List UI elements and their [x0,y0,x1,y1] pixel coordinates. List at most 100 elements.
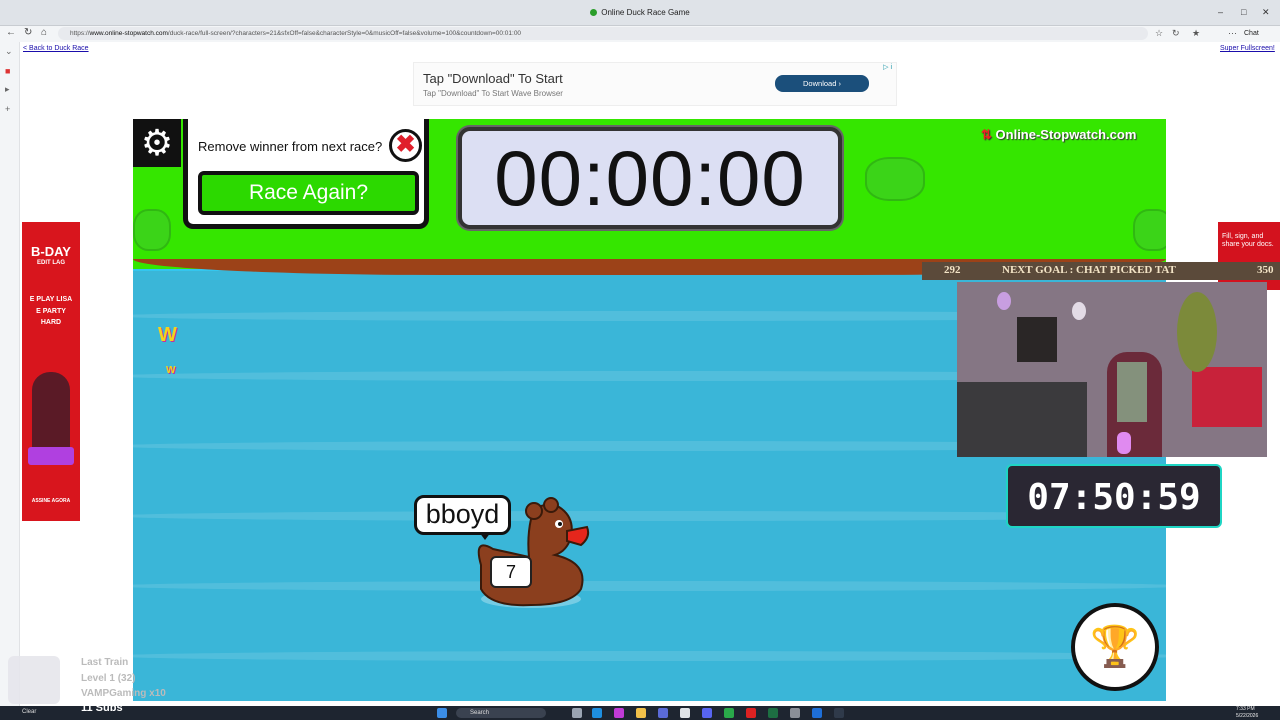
task-view-icon[interactable] [572,708,582,718]
ad-left-line-2: E PARTY [36,308,66,315]
weather-text: Clear [22,709,37,715]
settings-button[interactable]: ⚙ [133,119,181,167]
taskbar-search-label: Search [470,710,490,716]
streamer-badge-icon [8,656,60,704]
bush [1133,209,1166,251]
favorites-icon[interactable]: ★ [1192,27,1200,40]
goal-target: 350 [1257,264,1274,276]
refresh-page-icon[interactable]: ↻ [1172,27,1180,40]
remove-winner-toggle[interactable]: ✖ [389,129,422,162]
browser-sidebar: ⌄ ■ ▸ + [0,42,20,720]
sidebar-collapse-icon[interactable]: ⌄ [5,46,13,57]
train-gifter: VAMPGaming x10 [81,688,166,699]
duck-pupil [558,522,562,526]
url-bar[interactable]: https://www.online-stopwatch.com/duck-ra… [58,27,1148,40]
discord-icon[interactable] [702,708,712,718]
menu-dots-icon[interactable]: ⋯ [1228,27,1237,40]
window-title: Online Duck Race Game [0,8,1280,17]
sidebar-app-icon[interactable]: ■ [5,66,10,76]
maximize-icon[interactable]: □ [1241,7,1246,17]
taskbar-app-icon[interactable] [746,708,756,718]
close-window-icon[interactable]: ✕ [1262,7,1270,18]
ad-subline: Tap "Download" To Start Wave Browser [423,89,563,98]
subathon-countdown-value: 07:50:59 [1027,477,1201,518]
reload-icon[interactable]: ↻ [24,26,32,40]
duck-beak [566,525,590,547]
race-again-button[interactable]: Race Again? [198,171,419,215]
winner-w-small-icon: W [166,365,176,376]
duck-ear-right [543,497,559,513]
webcam-couch [957,382,1087,457]
webcam-lamp [1117,432,1131,454]
edge-icon[interactable] [592,708,602,718]
last-train-label: Last Train [81,657,129,668]
ad-left-title: B-DAY [31,244,71,259]
excel-icon[interactable] [768,708,778,718]
file-explorer-icon[interactable] [636,708,646,718]
address-toolbar: ← ↻ ⌂ https://www.online-stopwatch.com/d… [0,26,1280,42]
race-timer: 00:00:00 [458,127,842,229]
ad-download-button[interactable]: Download › [775,75,869,92]
race-timer-value: 00:00:00 [494,134,806,222]
top-advertisement[interactable]: Tap "Download" To Start Tap "Download" T… [413,62,897,106]
home-icon[interactable]: ⌂ [41,26,47,40]
ad-choices-icon[interactable]: ▷ i [883,63,892,71]
duck-racer [477,497,590,608]
steam-icon[interactable] [834,708,844,718]
ad-left-line-3: HARD [40,319,62,326]
goal-current: 292 [944,264,961,276]
store-icon[interactable] [680,708,690,718]
webcam-balloon [1072,302,1086,320]
ad-left-character-art [32,372,70,452]
start-windows-icon[interactable] [437,708,447,718]
left-side-advertisement[interactable]: B-DAY EDIT LAG E PLAY LISA E PARTY HARD … [22,222,80,521]
browser-title-bar: Online Duck Race Game – □ ✕ [0,0,1280,26]
super-fullscreen-link[interactable]: Super Fullscreen! [1220,45,1275,52]
windows-taskbar: Clear Search 7:33 PM 5/22/2026 [0,706,1280,720]
site-favicon [590,9,598,16]
leaderboard-trophy-button[interactable]: 🏆 [1071,603,1159,691]
taskbar-app-icon[interactable] [812,708,822,718]
minimize-icon[interactable]: – [1218,7,1223,17]
url-prefix: https:// [70,30,90,37]
race-result-panel: Remove winner from next race? ✖ Race Aga… [183,119,429,229]
webcam-balloon [997,292,1011,310]
favorite-star-icon[interactable]: ☆ [1155,27,1163,40]
taskbar-search[interactable]: Search [456,708,546,718]
taskbar-app-icon[interactable] [724,708,734,718]
site-logo-text: Online-Stopwatch.com [995,127,1137,142]
sidebar-add-icon[interactable]: + [5,104,10,114]
up-down-arrows-icon: ⇅ [981,127,992,142]
clock-date[interactable]: 5/22/2026 [1236,713,1258,719]
gear-icon: ⚙ [140,122,174,163]
bush [865,157,925,201]
ad-left-subtitle: EDIT LAG [37,260,65,266]
stream-goal-bar: 292 NEXT GOAL : CHAT PICKED TAT 350 [922,262,1280,280]
chat-button[interactable]: Chat [1244,27,1259,40]
webcam-red-chest [1192,367,1262,427]
webcam-costume [1117,362,1147,422]
sidebar-audio-icon[interactable]: ▸ [5,84,10,95]
goal-text: NEXT GOAL : CHAT PICKED TAT [1002,264,1176,276]
back-arrow-icon[interactable]: ← [6,26,16,40]
streamer-webcam [957,282,1267,457]
subs-count: 11 Subs [81,702,123,714]
site-logo[interactable]: ⇅ Online-Stopwatch.com [981,127,1136,143]
winner-w-icon: W [158,324,177,346]
wave [133,651,1166,661]
teams-icon[interactable] [658,708,668,718]
ad-headline: Tap "Download" To Start [423,71,563,86]
remove-winner-label: Remove winner from next race? [198,139,383,154]
trophy-icon: 🏆 [1090,625,1140,669]
taskbar-app-icon[interactable] [614,708,624,718]
taskbar-app-icon[interactable] [790,708,800,718]
back-to-duck-race-link[interactable]: < Back to Duck Race [23,45,89,52]
duck-number-tag: 7 [490,556,532,588]
duck-body [477,503,584,607]
subathon-countdown: 07:50:59 [1006,464,1222,528]
clock-time[interactable]: 7:33 PM [1236,706,1255,712]
wave [133,581,1166,591]
webcam-poster [1017,317,1057,362]
bush [133,209,171,251]
webcam-plant [1177,292,1217,372]
